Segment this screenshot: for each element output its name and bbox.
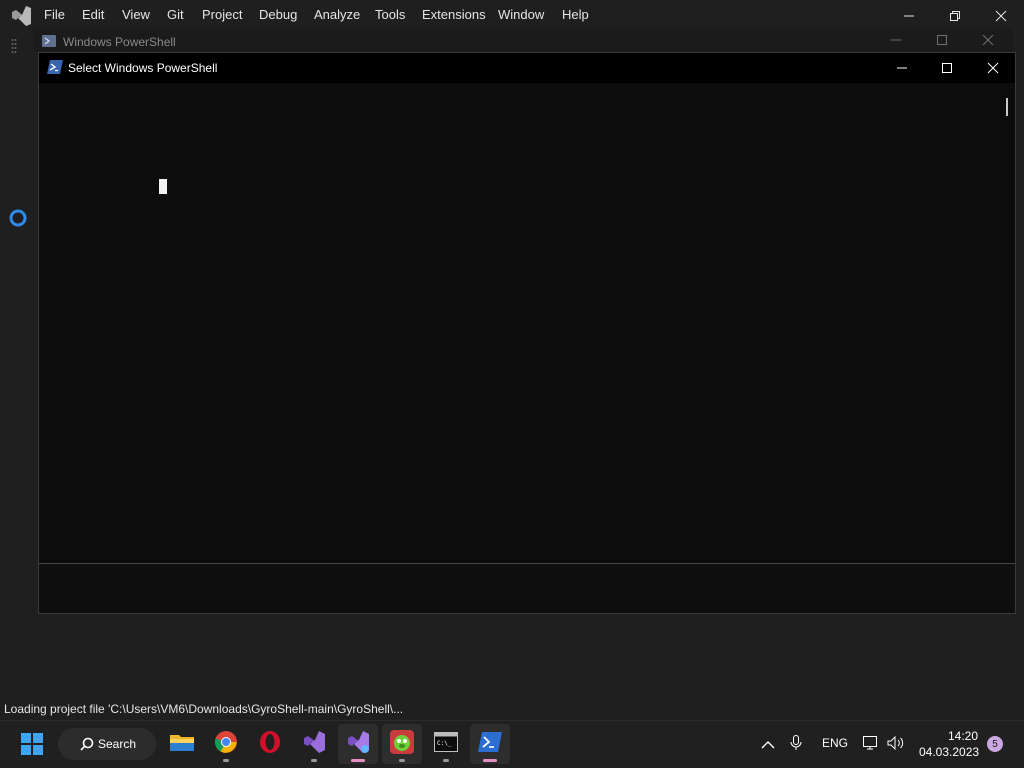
menu-project[interactable]: Project <box>202 7 242 22</box>
menu-view[interactable]: View <box>122 7 150 22</box>
opera-icon <box>258 730 282 759</box>
microphone-icon[interactable] <box>790 735 802 756</box>
chevron-up-icon[interactable] <box>761 737 775 755</box>
menu-tools[interactable]: Tools <box>375 7 405 22</box>
console-bottom-pane <box>39 563 1015 613</box>
console-scrollbar[interactable] <box>998 83 1015 563</box>
taskbar-visual-studio[interactable] <box>294 724 334 764</box>
command-prompt-icon: C:\_ <box>434 731 458 757</box>
taskbar-visual-studio-running[interactable] <box>338 724 378 764</box>
taskbar-opera[interactable] <box>250 724 290 764</box>
powershell-icon <box>42 34 56 53</box>
menu-analyze[interactable]: Analyze <box>314 7 360 22</box>
visual-studio-icon <box>302 730 326 759</box>
maximize-button[interactable] <box>925 54 969 82</box>
clock-date[interactable]: 04.03.2023 <box>919 745 979 759</box>
menu-window[interactable]: Window <box>498 7 544 22</box>
search-icon <box>80 737 94 751</box>
powershell-icon <box>478 731 502 757</box>
back-minimize-button[interactable] <box>884 30 908 50</box>
vs-workspace <box>0 32 40 692</box>
menu-edit[interactable]: Edit <box>82 7 104 22</box>
menu-help[interactable]: Help <box>562 7 589 22</box>
loading-spinner-icon <box>8 208 28 228</box>
back-close-button[interactable] <box>976 30 1000 50</box>
svg-text:C:\_: C:\_ <box>437 740 452 747</box>
close-button[interactable] <box>971 54 1015 82</box>
menu-extensions[interactable]: Extensions <box>422 7 486 22</box>
background-powershell-window[interactable] <box>33 28 1013 52</box>
notification-badge[interactable]: 5 <box>987 736 1003 752</box>
file-explorer-icon <box>169 731 195 758</box>
chrome-icon <box>214 730 238 759</box>
scrollbar-thumb[interactable] <box>1006 98 1008 116</box>
game-app-icon <box>390 729 414 759</box>
vs-close-button[interactable] <box>989 4 1013 28</box>
visual-studio-preview-icon <box>346 730 370 759</box>
menu-debug[interactable]: Debug <box>259 7 297 22</box>
menu-file[interactable]: File <box>44 7 65 22</box>
console-output-area[interactable] <box>39 83 998 563</box>
volume-icon[interactable] <box>887 735 905 755</box>
visual-studio-logo-icon[interactable] <box>10 6 32 26</box>
taskbar-file-explorer[interactable] <box>162 724 202 764</box>
vs-minimize-button[interactable] <box>897 4 921 28</box>
clock-time[interactable]: 14:20 <box>948 729 978 743</box>
background-window-title: Windows PowerShell <box>63 35 176 49</box>
search-button[interactable]: Search <box>58 728 156 760</box>
gripper-icon <box>11 38 17 54</box>
menu-git[interactable]: Git <box>167 7 184 22</box>
taskbar-powershell[interactable] <box>470 724 510 764</box>
taskbar-chrome[interactable] <box>206 724 246 764</box>
network-icon[interactable] <box>863 736 879 755</box>
powershell-title-icon <box>47 60 63 79</box>
status-bar-text: Loading project file 'C:\Users\VM6\Downl… <box>4 702 404 716</box>
search-label: Search <box>98 737 137 751</box>
minimize-button[interactable] <box>880 54 924 82</box>
taskbar-game-app[interactable] <box>382 724 422 764</box>
text-cursor <box>159 179 167 194</box>
language-indicator[interactable]: ENG <box>822 736 848 750</box>
start-button[interactable] <box>12 724 52 764</box>
vs-restore-button[interactable] <box>943 4 967 28</box>
powershell-window-title: Select Windows PowerShell <box>68 61 218 75</box>
back-maximize-button[interactable] <box>930 30 954 50</box>
taskbar-command-prompt[interactable]: C:\_ <box>426 724 466 764</box>
